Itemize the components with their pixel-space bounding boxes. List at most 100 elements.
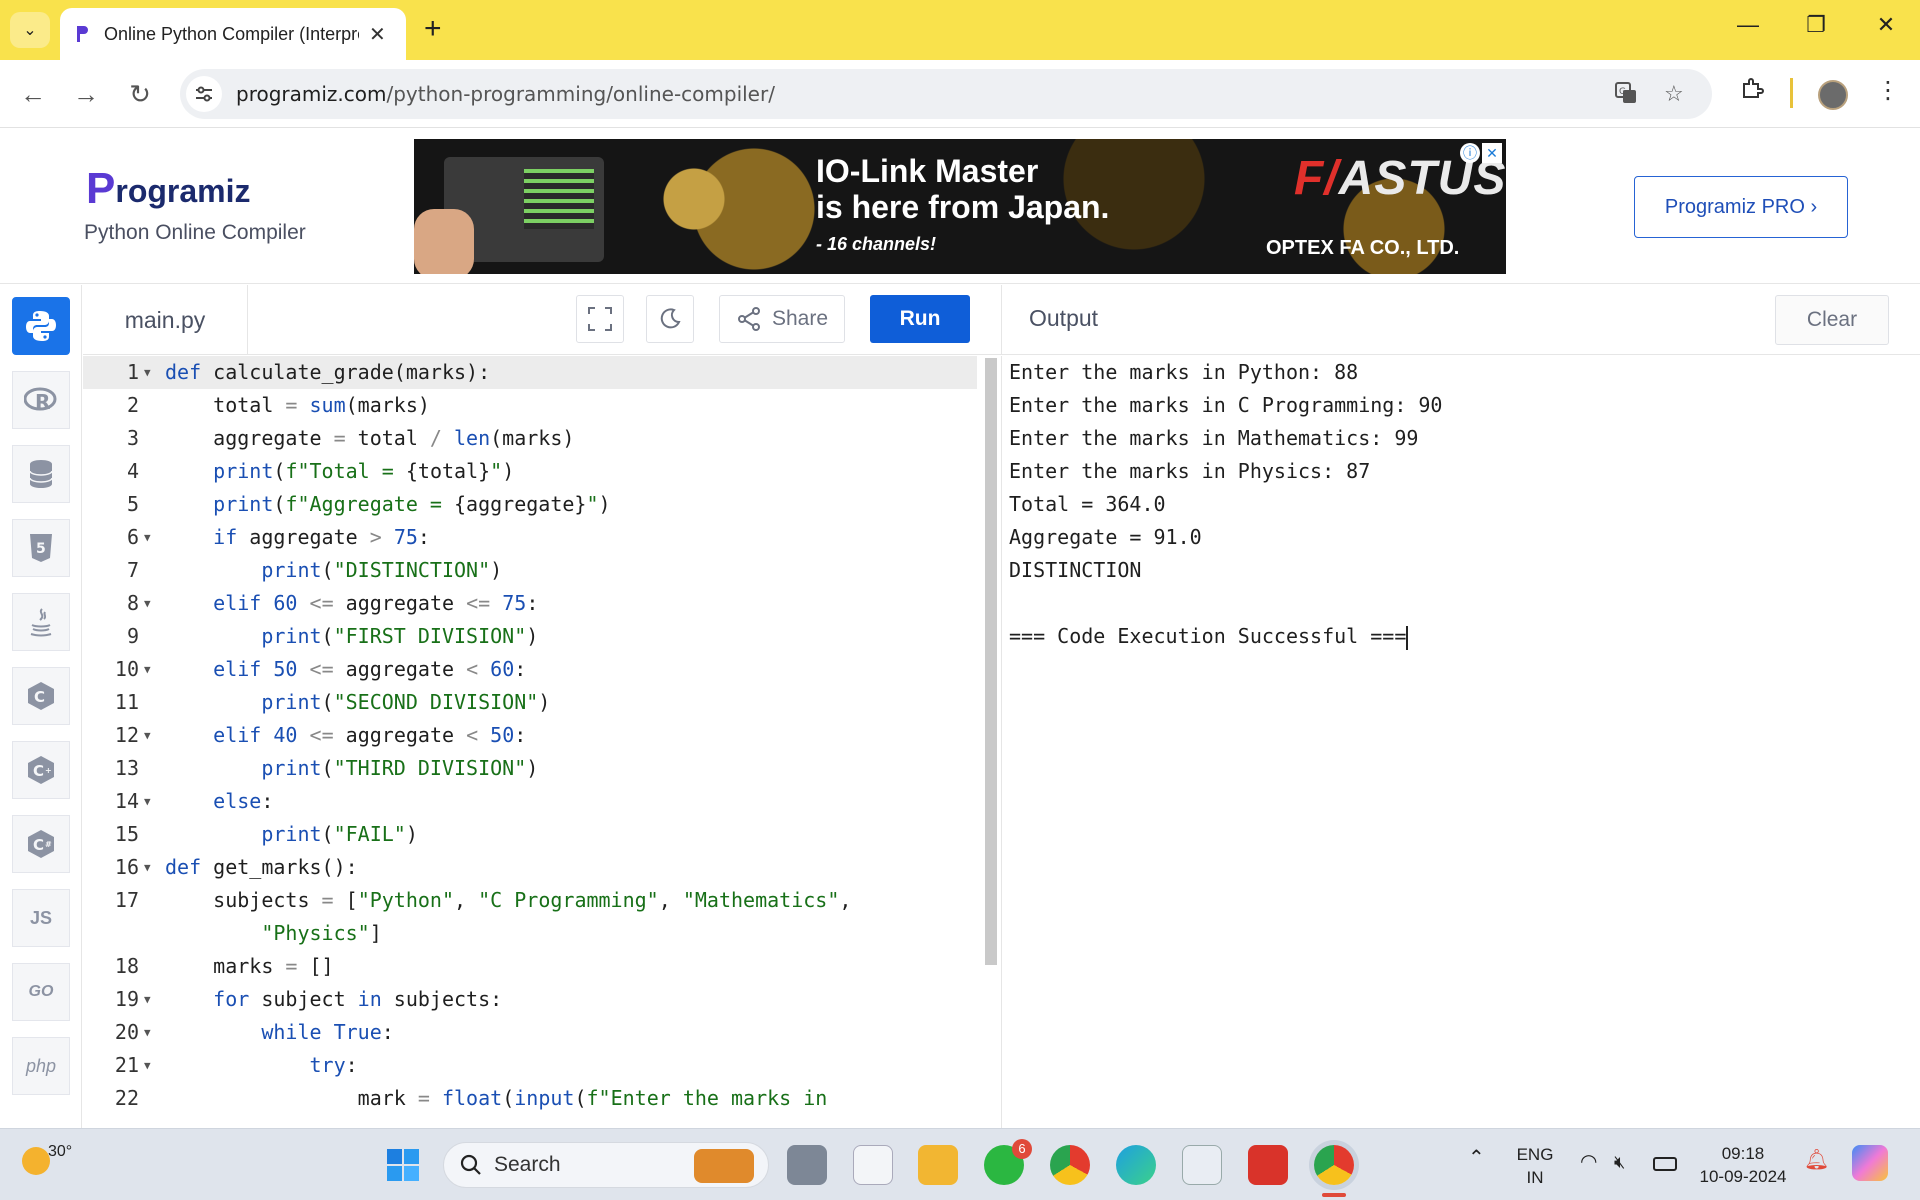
fullscreen-icon (588, 307, 612, 331)
lang-r-button[interactable]: R (12, 371, 70, 429)
c-icon: C (28, 682, 54, 710)
html5-icon: 5 (30, 534, 52, 562)
output-line: Total = 364.0 (1009, 492, 1166, 516)
close-window-button[interactable]: ✕ (1866, 12, 1906, 38)
lang-cpp-button[interactable]: C + (12, 741, 70, 799)
programiz-logo[interactable]: P rogramiz (86, 164, 251, 213)
programiz-favicon-icon (74, 25, 90, 43)
wps-office-icon[interactable] (1248, 1145, 1288, 1185)
output-line: Enter the marks in Python: 88 (1009, 360, 1359, 384)
clock[interactable]: 09:18 10-09-2024 (1698, 1142, 1788, 1188)
code-line: 15 print("FAIL") (114, 822, 418, 846)
code-line: 17 subjects = ["Python", "C Programming"… (114, 888, 852, 912)
start-button[interactable] (383, 1145, 423, 1185)
new-tab-button[interactable]: + (424, 14, 442, 44)
cpp-icon: C + (28, 756, 54, 784)
lang-html-button[interactable]: 5 (12, 519, 70, 577)
bookmark-star-icon[interactable]: ☆ (1664, 81, 1684, 107)
advertisement-banner[interactable]: IO-Link Master is here from Japan. - 16 … (414, 139, 1506, 274)
url-text: programiz.com/python-programming/online-… (236, 82, 775, 106)
run-button[interactable]: Run (870, 295, 970, 343)
tab-search-button[interactable]: ⌄ (10, 12, 50, 48)
ad-headline-2: is here from Japan. (816, 189, 1110, 225)
lang-php-button[interactable]: php (12, 1037, 70, 1095)
tray-overflow-icon[interactable]: ⌃ (1468, 1147, 1485, 1170)
forward-button[interactable]: → (70, 78, 102, 110)
file-tab-main[interactable]: main.py (83, 285, 248, 355)
chrome-icon[interactable] (1050, 1145, 1090, 1185)
profile-avatar[interactable] (1818, 80, 1848, 110)
csharp-icon: C # (28, 830, 54, 858)
browser-menu-icon[interactable]: ⋮ (1876, 76, 1900, 105)
moon-icon (660, 308, 681, 329)
page-subtitle: Python Online Compiler (84, 221, 306, 244)
lang-c-button[interactable]: C (12, 667, 70, 725)
lang-go-button[interactable]: GO (12, 963, 70, 1021)
logo-initial: P (86, 164, 116, 213)
programiz-pro-button[interactable]: Programiz PRO › (1634, 176, 1848, 238)
address-bar[interactable]: programiz.com/python-programming/online-… (180, 69, 1712, 119)
search-highlight-icon (694, 1149, 754, 1183)
weather-icon[interactable] (22, 1147, 50, 1175)
clear-button[interactable]: Clear (1775, 295, 1889, 345)
windows-taskbar: 30° Search 6 ⌃ ENG IN ◠ 🔇︎ 09:18 10-09-202… (0, 1128, 1920, 1200)
edge-icon[interactable] (1116, 1145, 1156, 1185)
translate-icon[interactable]: G (1614, 81, 1638, 111)
reload-button[interactable]: ↻ (124, 78, 156, 110)
code-line: 9 print("FIRST DIVISION") (126, 624, 539, 648)
code-line: 6 ▼ if aggregate > 75: (126, 525, 430, 549)
search-icon (460, 1154, 481, 1175)
lang-js-button[interactable]: JS (12, 889, 70, 947)
svg-text:R: R (35, 390, 50, 413)
output-console[interactable]: Enter the marks in Python: 88 Enter the … (1001, 356, 1920, 1128)
lang-python-button[interactable] (12, 297, 70, 355)
battery-icon[interactable] (1653, 1157, 1677, 1171)
java-icon (30, 608, 52, 637)
browser-tab[interactable]: Online Python Compiler (Interpreter) ✕ (60, 8, 406, 60)
language-sidebar: R 5 C C + C # JS GO php (0, 285, 82, 1128)
ad-close-icon[interactable]: ✕ (1482, 143, 1502, 163)
restore-button[interactable]: ❐ (1796, 12, 1836, 38)
file-explorer-icon[interactable] (918, 1145, 958, 1185)
taskbar-search[interactable]: Search (443, 1142, 769, 1188)
ad-info-icon[interactable]: ⓘ (1460, 143, 1480, 163)
fullscreen-button[interactable] (576, 295, 624, 343)
code-editor[interactable]: 1 ▼ def calculate_grade(marks): 2 total = … (83, 356, 1000, 1128)
svg-text:C: C (34, 688, 45, 706)
svg-text:G: G (1619, 87, 1626, 97)
lang-java-button[interactable] (12, 593, 70, 651)
svg-text:C: C (33, 836, 44, 854)
dark-mode-button[interactable] (646, 295, 694, 343)
output-header: Output Clear (1001, 285, 1920, 355)
chrome-profile-icon[interactable] (1314, 1145, 1354, 1185)
wifi-icon[interactable]: ◠ (1580, 1151, 1597, 1174)
text-cursor (1406, 625, 1409, 650)
code-line: 4 print(f"Total = {total}") (126, 459, 515, 483)
tab-close-icon[interactable]: ✕ (369, 22, 386, 47)
share-button[interactable]: Share (719, 295, 845, 343)
output-line: DISTINCTION (1009, 558, 1142, 582)
output-success-line: === Code Execution Successful === (1009, 624, 1409, 650)
url-path: /python-programming/online-compiler/ (386, 82, 775, 106)
code-line: 1 ▼ def calculate_grade(marks): (83, 356, 977, 389)
minimize-button[interactable]: — (1728, 12, 1768, 38)
volume-muted-icon[interactable]: 🔇︎ (1614, 1151, 1625, 1174)
notification-bell-icon[interactable]: 🔔︎ (1804, 1149, 1829, 1172)
input-language[interactable]: ENG IN (1514, 1143, 1556, 1189)
task-view-icon[interactable] (787, 1145, 827, 1185)
notepad-icon[interactable] (853, 1145, 893, 1185)
lang-sql-button[interactable] (12, 445, 70, 503)
site-header: P rogramiz Python Online Compiler IO-Lin… (0, 129, 1920, 284)
code-line: 20 ▼ while True: (114, 1020, 394, 1044)
code-line: 11 print("SECOND DIVISION") (114, 690, 551, 714)
editor-scrollbar[interactable] (985, 358, 997, 965)
back-button[interactable]: ← (17, 78, 49, 110)
code-line: 10 ▼ elif 50 <= aggregate < 60: (114, 657, 527, 681)
tab-title: Online Python Compiler (Interpreter) (104, 23, 359, 44)
code-line: 2 total = sum(marks) (126, 393, 430, 417)
extensions-icon[interactable] (1740, 76, 1764, 107)
site-info-icon[interactable] (186, 76, 222, 112)
store-icon[interactable] (1182, 1145, 1222, 1185)
copilot-icon[interactable] (1852, 1145, 1888, 1181)
lang-csharp-button[interactable]: C # (12, 815, 70, 873)
